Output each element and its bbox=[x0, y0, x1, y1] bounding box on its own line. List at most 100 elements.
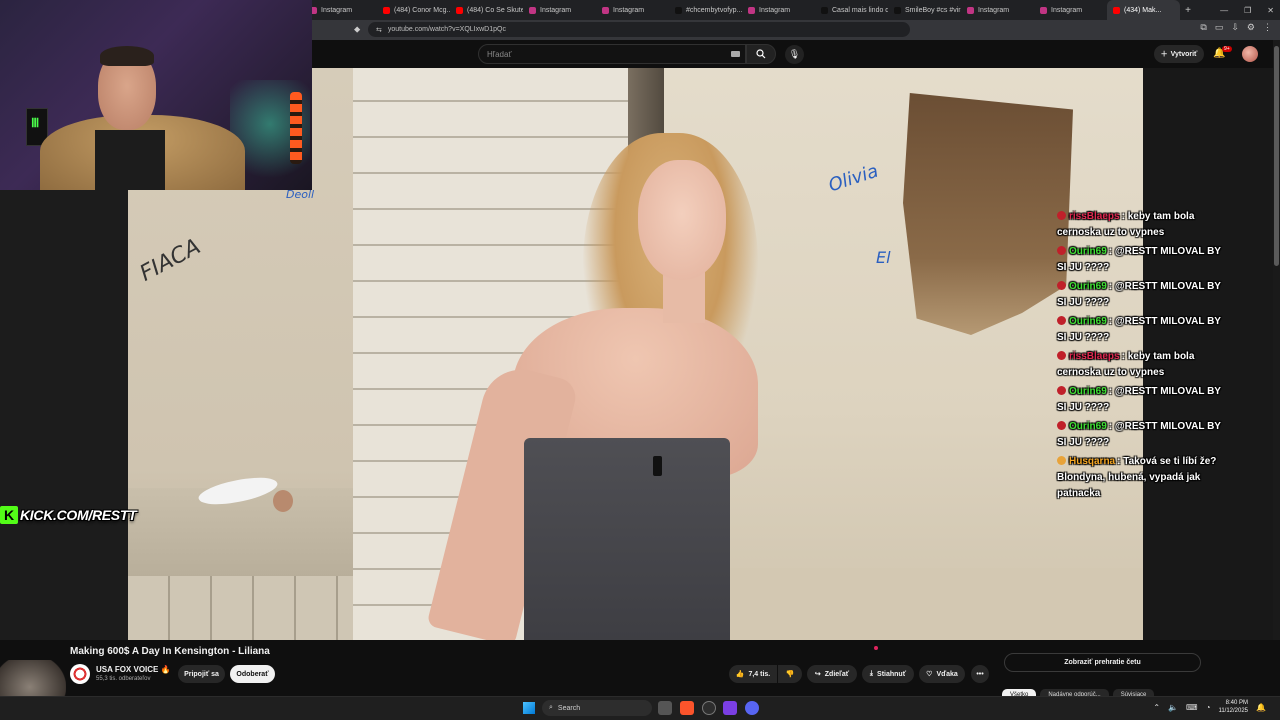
tab-label: Casal mais lindo d... bbox=[832, 6, 888, 14]
chat-badge-icon bbox=[1057, 316, 1066, 325]
chat-badge-icon bbox=[1057, 386, 1066, 395]
sidebar-icon[interactable]: ▭ bbox=[1215, 22, 1224, 33]
browser-extension-icons: ⧉ ▭ ⇩ ⚙ ⋮ bbox=[1200, 22, 1272, 33]
webcam-lights bbox=[290, 92, 302, 164]
browser-tab[interactable]: Instagram bbox=[596, 0, 669, 20]
keyboard-icon[interactable] bbox=[731, 51, 740, 57]
new-tab-button[interactable]: + bbox=[1180, 5, 1196, 16]
search-input[interactable]: Hľadať bbox=[478, 44, 746, 64]
browser-tab[interactable]: (434) Mak... bbox=[1107, 0, 1180, 20]
download-button[interactable]: ⤓ Stiahnuť bbox=[862, 665, 914, 683]
join-button[interactable]: Pripojiť sa bbox=[178, 665, 225, 683]
tab-label: (484) Conor Mcg... bbox=[394, 6, 450, 14]
chat-message: Husqarna: Taková se ti líbí že? Blondyna… bbox=[1057, 454, 1229, 502]
clock[interactable]: 8:40 PM 11/12/2025 bbox=[1218, 699, 1248, 715]
browser-tab[interactable]: (484) Conor Mcg... bbox=[377, 0, 450, 20]
show-chat-replay-button[interactable]: Zobraziť prehratie četu bbox=[1004, 653, 1201, 672]
browser-tab[interactable]: Instagram bbox=[1034, 0, 1107, 20]
chat-message: Ourin69: @RESTT MILOVAL BY SI JU ???? bbox=[1057, 314, 1229, 346]
bookmark-icon[interactable]: ⬥ bbox=[354, 24, 360, 35]
extensions-icon[interactable]: ⧉ bbox=[1200, 22, 1206, 33]
voice-search-button[interactable]: 🎙 bbox=[785, 45, 804, 64]
thanks-button[interactable]: ♡ Vďaka bbox=[919, 665, 965, 683]
video-bottom-bricks bbox=[128, 576, 358, 640]
browser-tab[interactable]: Instagram bbox=[742, 0, 815, 20]
tab-label: Instagram bbox=[321, 6, 353, 14]
tab-label: Instagram bbox=[613, 6, 645, 14]
video-lapel-mic bbox=[653, 456, 662, 476]
window-controls: — ❐ ✕ bbox=[1220, 0, 1274, 20]
thumbs-up-icon: 👍 bbox=[735, 671, 745, 678]
channel-name[interactable]: USA FOX VOICE 🔥 bbox=[96, 665, 171, 674]
close-window-button[interactable]: ✕ bbox=[1267, 6, 1274, 15]
browser-tab[interactable]: Instagram bbox=[523, 0, 596, 20]
chat-username: Ourin69 bbox=[1069, 421, 1107, 432]
browser-tab[interactable]: Instagram bbox=[304, 0, 377, 20]
network-icon[interactable]: ⌨ bbox=[1186, 703, 1198, 712]
scrollbar-thumb[interactable] bbox=[1274, 46, 1279, 266]
cursor-dot bbox=[874, 646, 878, 650]
streamer-webcam: Ⅲ bbox=[0, 0, 312, 190]
like-button[interactable]: 👍 7,4 tis. bbox=[729, 665, 777, 683]
search-icon bbox=[756, 49, 766, 59]
tab-strip: Instagram (484) Conor Mcg... (484) Co Se S… bbox=[304, 0, 1180, 20]
video-person-face bbox=[638, 160, 726, 280]
subscribe-button[interactable]: Odoberať bbox=[230, 665, 275, 683]
share-icon: ↪ bbox=[814, 671, 821, 678]
video-title: Making 600$ A Day In Kensington - Lilian… bbox=[70, 646, 270, 657]
thumbs-down-icon: 👎 bbox=[785, 671, 795, 678]
share-label: Zdieľať bbox=[824, 670, 850, 678]
tab-favicon-icon bbox=[602, 6, 609, 14]
download-icon: ⤓ bbox=[869, 670, 874, 677]
tab-label: Instagram bbox=[978, 6, 1010, 14]
tab-favicon-icon bbox=[383, 6, 390, 14]
maximize-button[interactable]: ❐ bbox=[1244, 6, 1251, 15]
chat-badge-icon bbox=[1057, 456, 1066, 465]
monster-logo-icon: Ⅲ bbox=[31, 116, 40, 130]
obs-icon[interactable] bbox=[702, 701, 716, 715]
channel-avatar[interactable] bbox=[70, 664, 90, 684]
browser-tab[interactable]: Instagram bbox=[961, 0, 1034, 20]
kick-banner: K KICK.COM/RESTT bbox=[0, 505, 137, 525]
chat-badge-icon bbox=[1057, 211, 1066, 220]
account-avatar[interactable] bbox=[1242, 46, 1258, 62]
video-person-top bbox=[524, 438, 730, 640]
mic-icon: 🎙 bbox=[788, 49, 801, 59]
discord-icon[interactable] bbox=[745, 701, 759, 715]
settings-icon[interactable]: ⚙ bbox=[1247, 22, 1255, 33]
channel-name-text: USA FOX VOICE bbox=[96, 665, 159, 674]
left-background bbox=[0, 190, 128, 640]
task-view-icon[interactable] bbox=[658, 701, 672, 715]
minimize-button[interactable]: — bbox=[1220, 6, 1228, 15]
chat-username: Husqarna bbox=[1069, 456, 1116, 467]
share-button[interactable]: ↪ Zdieľať bbox=[807, 665, 857, 683]
menu-icon[interactable]: ⋮ bbox=[1263, 22, 1272, 33]
search-button[interactable] bbox=[746, 44, 776, 64]
chat-message: rissBlaeps: keby tam bola cernoska uz to… bbox=[1057, 349, 1229, 381]
wifi-icon[interactable]: ◔ bbox=[1206, 703, 1211, 712]
browser-tab[interactable]: #chcembytvofyp... bbox=[669, 0, 742, 20]
chevron-up-icon[interactable]: ⌃ bbox=[1153, 703, 1160, 712]
browser-tab[interactable]: Casal mais lindo d... bbox=[815, 0, 888, 20]
site-info-icon[interactable]: ⇆ bbox=[376, 26, 382, 34]
download-icon[interactable]: ⇩ bbox=[1231, 22, 1239, 33]
app-icon[interactable] bbox=[723, 701, 737, 715]
taskbar-search[interactable]: ⌕ Search bbox=[542, 700, 652, 716]
tab-label: (484) Co Se Skuteč... bbox=[467, 6, 523, 14]
taskbar-search-label: Search bbox=[557, 704, 581, 712]
windows-start-icon[interactable] bbox=[523, 702, 535, 714]
channel-subscribers: 55,3 tis. odberateľov bbox=[96, 676, 151, 682]
more-actions-button[interactable]: ••• bbox=[971, 665, 989, 683]
browser-tab[interactable]: SmileBoy #cs #vira... bbox=[888, 0, 961, 20]
volume-icon[interactable]: 🔈 bbox=[1168, 703, 1178, 712]
create-button[interactable]: ＋ Vytvoriť bbox=[1154, 45, 1204, 63]
notification-icon[interactable]: 🔔 bbox=[1256, 703, 1266, 712]
webcam-person-hair bbox=[100, 46, 154, 66]
browser-tab[interactable]: (484) Co Se Skuteč... bbox=[450, 0, 523, 20]
video-ledge bbox=[128, 488, 358, 578]
url-field[interactable]: ⇆ youtube.com/watch?v=XQLIxwD1pQc bbox=[368, 22, 910, 37]
brave-browser-icon[interactable] bbox=[680, 701, 694, 715]
dislike-button[interactable]: 👎 bbox=[778, 665, 802, 683]
chat-message: Ourin69: @RESTT MILOVAL BY SI JU ???? bbox=[1057, 419, 1229, 451]
tab-favicon-icon bbox=[456, 6, 463, 14]
